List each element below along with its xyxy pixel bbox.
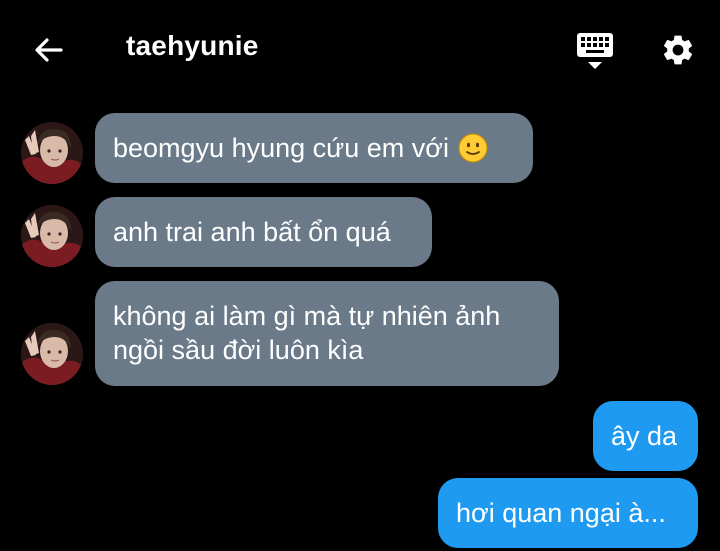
incoming-message[interactable]: không ai làm gì mà tự nhiên ảnh ngồi sầu…	[95, 281, 559, 386]
message-text-line-1: không ai làm gì mà tự nhiên ảnh	[113, 301, 501, 331]
contact-name[interactable]: taehyunie	[126, 30, 259, 62]
message-text: hơi quan ngại à...	[456, 498, 666, 528]
avatar[interactable]	[21, 323, 83, 385]
outgoing-message[interactable]: ây da	[593, 401, 698, 471]
message-text: beomgyu hyung cứu em với	[113, 133, 449, 163]
back-button[interactable]	[26, 28, 70, 72]
outgoing-message[interactable]: hơi quan ngại à...	[438, 478, 698, 548]
avatar[interactable]	[21, 122, 83, 184]
arrow-left-icon	[35, 38, 63, 62]
keyboard-icon	[577, 33, 613, 69]
gear-icon	[663, 35, 693, 65]
avatar[interactable]	[21, 205, 83, 267]
message-text: anh trai anh bất ổn quá	[113, 217, 391, 247]
chat-header: taehyunie	[0, 0, 720, 100]
incoming-message[interactable]: anh trai anh bất ổn quá	[95, 197, 432, 267]
keyboard-toggle-button[interactable]	[572, 28, 618, 74]
settings-button[interactable]	[654, 26, 702, 74]
incoming-message[interactable]: beomgyu hyung cứu em với	[95, 113, 533, 183]
message-text-line-2: ngồi sầu đời luôn kìa	[113, 335, 364, 365]
message-text: ây da	[611, 421, 678, 451]
slightly-smiling-face-icon	[458, 133, 488, 163]
